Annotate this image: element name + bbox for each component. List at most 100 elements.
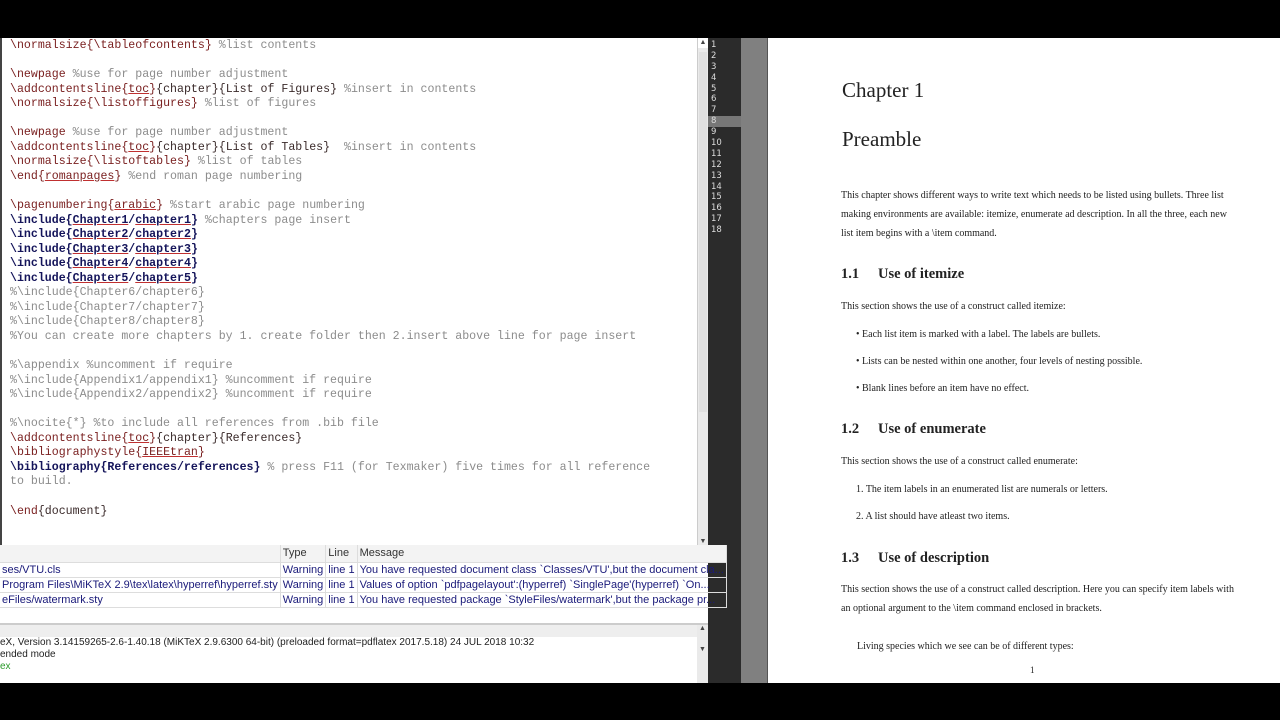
- code-token: chapter2: [135, 228, 191, 242]
- code-token: {: [37, 169, 45, 183]
- scroll-thumb[interactable]: [699, 52, 707, 412]
- code-token: }: [183, 155, 191, 169]
- code-token: \include{: [10, 213, 73, 227]
- table-row[interactable]: eFiles/watermark.sty Warning line 1 You hav…: [0, 592, 727, 608]
- code-token: %use for page number adjustment: [65, 68, 289, 82]
- code-token: }: [197, 446, 205, 460]
- code-line[interactable]: \addcontentsline{toc}{chapter}{List of T…: [10, 141, 650, 156]
- code-line[interactable]: \include{Chapter5/chapter5}: [10, 272, 650, 287]
- structure-line-number[interactable]: 17: [708, 214, 741, 225]
- code-line[interactable]: \addcontentsline{toc}{chapter}{List of F…: [10, 83, 650, 98]
- list-item: 1. The item labels in an enumerated list…: [856, 484, 1108, 495]
- code-line[interactable]: %\include{Chapter8/chapter8}: [10, 315, 650, 330]
- structure-line-number[interactable]: 8: [708, 116, 741, 128]
- code-line[interactable]: \end{romanpages} %end roman page numberi…: [10, 170, 650, 185]
- structure-line-number[interactable]: 1: [708, 40, 741, 51]
- structure-line-number[interactable]: 3: [708, 62, 741, 73]
- code-token: toc: [128, 82, 150, 96]
- code-line[interactable]: %\include{Chapter7/chapter7}: [10, 301, 650, 316]
- code-token: {document}: [37, 504, 108, 518]
- structure-line-number[interactable]: 9: [708, 127, 741, 138]
- structure-line-number[interactable]: 2: [708, 51, 741, 62]
- code-line[interactable]: [10, 184, 650, 199]
- code-line[interactable]: \bibliography{References/references} % p…: [10, 461, 650, 476]
- code-line[interactable]: [10, 490, 650, 505]
- structure-line-number[interactable]: 15: [708, 192, 741, 203]
- structure-line-number[interactable]: 16: [708, 203, 741, 214]
- code-line[interactable]: \pagenumbering{arabic} %start arabic pag…: [10, 199, 650, 214]
- code-line[interactable]: to build.: [10, 475, 650, 490]
- table-row[interactable]: ses/VTU.cls Warning line 1 You have request…: [0, 562, 727, 578]
- scroll-down-icon[interactable]: ▼: [698, 538, 708, 545]
- code-token: \normalsize: [10, 155, 87, 169]
- section-heading: 1.2 Use of enumerate: [841, 421, 986, 437]
- code-line[interactable]: %You can create more chapters by 1. crea…: [10, 330, 650, 345]
- structure-line-number[interactable]: 13: [708, 171, 741, 182]
- structure-line-number[interactable]: 11: [708, 149, 741, 160]
- table-cell: line 1: [325, 562, 358, 578]
- log-line: ex: [0, 661, 11, 672]
- code-token: \bibliography{References/references}: [10, 460, 261, 474]
- structure-line-number[interactable]: 6: [708, 94, 741, 105]
- code-token: %\include{Chapter8/chapter8}: [10, 315, 205, 329]
- structure-line-number[interactable]: 7: [708, 105, 741, 116]
- scroll-up-icon[interactable]: ▲: [698, 38, 708, 48]
- code-token: %\appendix %uncomment if require: [10, 359, 233, 373]
- code-line[interactable]: [10, 112, 650, 127]
- code-line[interactable]: \normalsize{\tableofcontents} %list cont…: [10, 39, 650, 54]
- messages-table: Type Line Message ses/VTU.cls Warning line 1…: [0, 545, 727, 623]
- structure-line-number[interactable]: 5: [708, 84, 741, 95]
- code-token: Chapter5: [72, 271, 129, 285]
- code-text[interactable]: \normalsize{\tableofcontents} %list cont…: [10, 39, 650, 519]
- table-cell: eFiles/watermark.sty: [0, 592, 281, 608]
- code-token: romanpages: [44, 169, 115, 183]
- structure-line-number[interactable]: 14: [708, 182, 741, 193]
- list-item: • Lists can be nested within one another…: [856, 356, 1143, 367]
- editor-scrollbar[interactable]: ▲ ▼: [697, 38, 708, 545]
- code-line[interactable]: %\nocite{*} %to include all references f…: [10, 417, 650, 432]
- code-line[interactable]: \include{Chapter2/chapter2}: [10, 228, 650, 243]
- code-token: %list contents: [211, 39, 317, 52]
- code-line[interactable]: \include{Chapter1/chapter1} %chapters pa…: [10, 214, 650, 229]
- code-line[interactable]: \include{Chapter4/chapter4}: [10, 257, 650, 272]
- code-line[interactable]: [10, 403, 650, 418]
- code-line[interactable]: \newpage %use for page number adjustment: [10, 126, 650, 141]
- section-text: This section shows the use of a construc…: [841, 456, 1078, 467]
- code-token: \end: [10, 169, 38, 183]
- log-panel[interactable]: eX, Version 3.14159265-2.6-1.40.18 (MiKT…: [0, 623, 708, 683]
- code-token: %end roman page numbering: [121, 169, 303, 183]
- code-token: %insert in contents: [330, 140, 477, 154]
- code-token: \include{: [10, 257, 73, 271]
- code-line[interactable]: [10, 54, 650, 69]
- code-line[interactable]: \normalsize{\listoftables} %list of tabl…: [10, 155, 650, 170]
- log-scrollbar[interactable]: ▲ ▼: [697, 625, 708, 683]
- code-line[interactable]: %\include{Appendix1/appendix1} %uncommen…: [10, 374, 650, 389]
- table-row[interactable]: Program Files\MiKTeX 2.9\tex\latex\hyper…: [0, 577, 727, 593]
- code-token: % press F11 (for Texmaker) five times fo…: [260, 460, 651, 474]
- code-line[interactable]: \addcontentsline{toc}{chapter}{Reference…: [10, 432, 650, 447]
- code-line[interactable]: [10, 344, 650, 359]
- structure-line-number[interactable]: 12: [708, 160, 741, 171]
- section-text: Living species which we see can be of di…: [857, 641, 1074, 652]
- code-token: \addcontentsline: [10, 431, 122, 445]
- code-line[interactable]: %\appendix %uncomment if require: [10, 359, 650, 374]
- section-text: This section shows the use of a construc…: [841, 584, 1234, 614]
- code-line[interactable]: %\include{Appendix2/appendix2} %uncommen…: [10, 388, 650, 403]
- section-heading: 1.3 Use of description: [841, 550, 990, 566]
- code-token: Chapter2: [72, 228, 129, 242]
- code-editor[interactable]: \normalsize{\tableofcontents} %list cont…: [0, 38, 697, 545]
- code-line[interactable]: \bibliographystyle{IEEEtran}: [10, 446, 650, 461]
- code-line[interactable]: \normalsize{\listoffigures} %list of fig…: [10, 97, 650, 112]
- code-token: {chapter}{List of Tables}: [156, 140, 331, 154]
- page-number: 1: [1030, 665, 1035, 675]
- code-line[interactable]: \newpage %use for page number adjustment: [10, 68, 650, 83]
- code-token: \newpage: [10, 68, 66, 82]
- code-line[interactable]: \include{Chapter3/chapter3}: [10, 243, 650, 258]
- structure-line-number[interactable]: 18: [708, 225, 741, 236]
- code-token: %chapters page insert: [197, 213, 351, 227]
- code-line[interactable]: \end{document}: [10, 505, 650, 520]
- structure-line-number[interactable]: 4: [708, 73, 741, 84]
- structure-line-number[interactable]: 10: [708, 138, 741, 149]
- pdf-viewer[interactable]: Chapter 1 Preamble This chapter shows di…: [768, 38, 1280, 683]
- code-line[interactable]: %\include{Chapter6/chapter6}: [10, 286, 650, 301]
